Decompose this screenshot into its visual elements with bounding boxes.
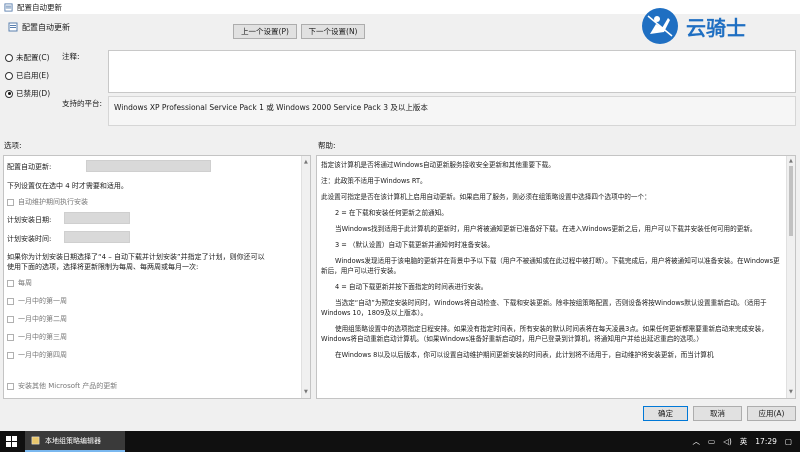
radio-enabled[interactable]: 已启用(E): [5, 70, 49, 81]
radio-circle-checked[interactable]: [5, 89, 13, 98]
help-paragraph: 3 = （默认设置）自动下载更新并通知何时准备安装。: [335, 241, 494, 249]
prev-setting-button[interactable]: 上一个设置(P): [233, 24, 297, 39]
install-day-dropdown[interactable]: [64, 212, 130, 224]
checkbox-label: 一月中的第三周: [18, 333, 67, 341]
week-option-third-week[interactable]: 一月中的第三周: [7, 332, 67, 342]
help-paragraph: 当Windows找到适用于此计算机的更新时，用户将被通知更新已准备好下载。在进入…: [335, 225, 757, 233]
taskbar-app-label: 本地组策略编辑器: [45, 436, 101, 445]
checkbox-label: 每周: [18, 279, 32, 287]
comment-label: 注释:: [62, 52, 80, 61]
options-scrollbar[interactable]: ▲ ▼: [301, 156, 310, 398]
radio-label: 未配置(C): [16, 53, 50, 62]
scroll-up-icon[interactable]: ▲: [304, 159, 308, 165]
radio-not-configured[interactable]: 未配置(C): [5, 52, 50, 63]
apply-button[interactable]: 应用(A): [747, 406, 796, 421]
next-setting-button[interactable]: 下一个设置(N): [301, 24, 365, 39]
clock[interactable]: 17:29: [755, 437, 777, 446]
scroll-down-icon[interactable]: ▼: [789, 389, 793, 395]
help-panel: 指定该计算机是否将通过Windows自动更新服务接收安全更新和其他重要下载。 注：…: [316, 155, 796, 399]
help-paragraph: 在Windows 8以及以后版本，你可以设置自动维护期间更新安装的时间表，此计划…: [335, 351, 714, 359]
volume-icon[interactable]: ◁): [723, 437, 732, 446]
policy-icon: [8, 22, 18, 32]
radio-circle[interactable]: [5, 71, 13, 80]
restart-note: 下列设置仅在选中 4 时才需要和适用。: [7, 182, 128, 190]
install-time-dropdown[interactable]: [64, 231, 130, 243]
install-time-label: 计划安装时间:: [7, 235, 52, 243]
scroll-up-icon[interactable]: ▲: [789, 158, 793, 164]
checkbox-label: 一月中的第一周: [18, 297, 67, 305]
platform-label: 支持的平台:: [62, 99, 103, 108]
help-paragraph: 注：此政策不适用于Windows RT。: [321, 177, 427, 185]
help-scrollbar[interactable]: ▲ ▼: [786, 156, 795, 398]
policy-icon: [4, 2, 13, 12]
configure-dropdown[interactable]: [86, 160, 211, 172]
radio-label: 已禁用(D): [16, 89, 51, 98]
policy-editor-icon: [31, 436, 40, 445]
window-title: 配置自动更新: [17, 2, 62, 12]
checkbox-label: 自动维护期间执行安装: [18, 198, 88, 206]
radio-label: 已启用(E): [16, 71, 50, 80]
schedule-note-line1: 如果你为计划安装日期选择了“4 – 自动下载并计划安装”并指定了计划，则你还可以: [7, 253, 265, 261]
radio-circle[interactable]: [5, 53, 13, 62]
options-panel: 配置自动更新: 下列设置仅在选中 4 时才需要和适用。 自动维护期间执行安装 计…: [3, 155, 311, 399]
checkbox-label: 一月中的第二周: [18, 315, 67, 323]
help-paragraph: 当选定“自动”为预定安装时间时，Windows将自动检查、下载和安装更新。除非按…: [321, 299, 767, 317]
help-paragraph: 此设置可指定是否在该计算机上启用自动更新。如果启用了服务，则必须在组策略设置中选…: [321, 193, 651, 201]
ime-indicator[interactable]: 英: [740, 436, 748, 447]
maintenance-checkbox[interactable]: 自动维护期间执行安装: [7, 197, 88, 207]
network-icon[interactable]: ▭: [708, 437, 715, 446]
taskbar: 本地组策略编辑器 ︿ ▭ ◁) 英 17:29 ▢: [0, 431, 800, 452]
checkbox-box[interactable]: [7, 315, 14, 323]
week-option-second-week[interactable]: 一月中的第二周: [7, 314, 67, 324]
scroll-down-icon[interactable]: ▼: [304, 389, 308, 395]
checkbox-box[interactable]: [7, 198, 14, 206]
week-option-fourth-week[interactable]: 一月中的第四周: [7, 350, 67, 360]
checkbox-box[interactable]: [7, 279, 14, 287]
help-paragraph: 使用组策略设置中的选项指定日程安排。如果没有指定时间表，所有安装的默认时间表将在…: [321, 325, 768, 343]
help-paragraph: Windows发现适用于该电脑的更新并在背景中予以下载（用户不被通知或在此过程中…: [321, 257, 780, 275]
knight-logo-icon: [642, 8, 678, 44]
radio-disabled[interactable]: 已禁用(D): [5, 88, 50, 99]
checkbox-box[interactable]: [7, 382, 14, 390]
options-heading: 选项:: [4, 141, 22, 150]
policy-title: 配置自动更新: [22, 23, 70, 32]
watermark-text: 云骑士: [686, 15, 746, 40]
configure-label: 配置自动更新:: [7, 163, 52, 171]
help-text: 指定该计算机是否将通过Windows自动更新服务接收安全更新和其他重要下载。 注：…: [321, 160, 781, 366]
watermark-logo: 云骑士: [640, 4, 782, 48]
notification-icon[interactable]: ▢: [785, 437, 792, 446]
checkbox-box[interactable]: [7, 351, 14, 359]
help-paragraph: 4 = 自动下载更新并按下面指定的时间表进行安装。: [335, 283, 488, 291]
system-tray: ︿ ▭ ◁) 英 17:29 ▢: [692, 431, 800, 452]
cancel-button[interactable]: 取消: [693, 406, 742, 421]
help-paragraph: 2 = 在下载和安装任何更新之前通知。: [335, 209, 448, 217]
chevron-up-icon[interactable]: ︿: [692, 436, 700, 447]
checkbox-label: 安装其他 Microsoft 产品的更新: [18, 382, 118, 390]
windows-start-icon[interactable]: [6, 436, 17, 447]
other-products-checkbox[interactable]: 安装其他 Microsoft 产品的更新: [7, 381, 117, 391]
week-option-first-week[interactable]: 一月中的第一周: [7, 296, 67, 306]
checkbox-box[interactable]: [7, 297, 14, 305]
checkbox-box[interactable]: [7, 333, 14, 341]
ok-button[interactable]: 确定: [643, 406, 688, 421]
taskbar-app-policy-editor[interactable]: 本地组策略编辑器: [25, 431, 125, 452]
checkbox-label: 一月中的第四周: [18, 351, 67, 359]
week-option-every-week[interactable]: 每周: [7, 278, 32, 288]
schedule-note-line2: 使用下面的选项，选择将更新限制为每周、每两周或每月一次:: [7, 263, 199, 271]
help-paragraph: 指定该计算机是否将通过Windows自动更新服务接收安全更新和其他重要下载。: [321, 161, 555, 169]
platform-value: Windows XP Professional Service Pack 1 或…: [108, 96, 796, 126]
comment-textarea[interactable]: [108, 50, 796, 93]
scroll-thumb[interactable]: [789, 166, 793, 236]
help-heading: 帮助:: [318, 141, 336, 150]
install-day-label: 计划安装日期:: [7, 216, 52, 224]
